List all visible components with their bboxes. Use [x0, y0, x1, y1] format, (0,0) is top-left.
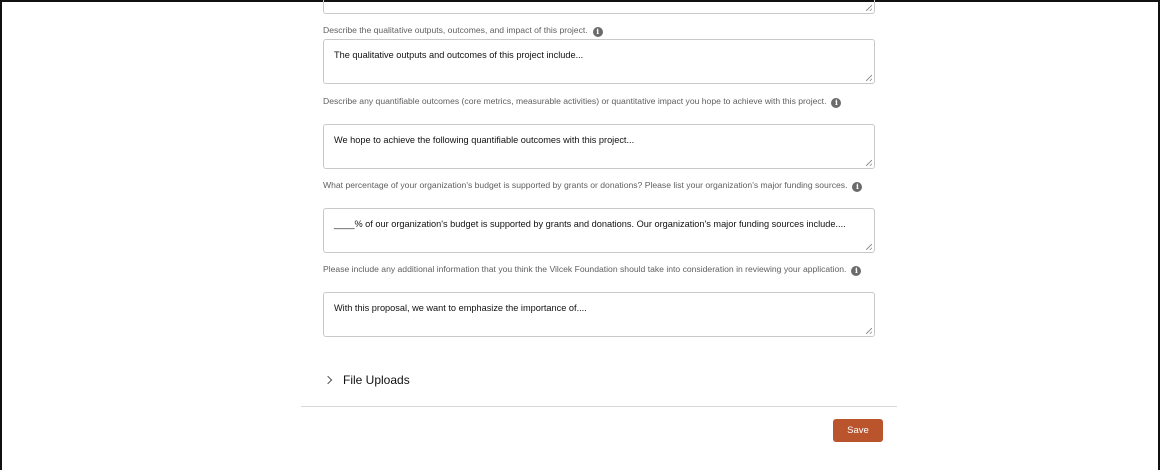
- footer-divider: [301, 406, 897, 407]
- qualitative-outcomes-textarea[interactable]: The qualitative outputs and outcomes of …: [323, 39, 875, 84]
- question-text: Describe any quantifiable outcomes (core…: [323, 96, 827, 106]
- additional-info-textarea[interactable]: With this proposal, we want to emphasize…: [323, 292, 875, 337]
- save-button[interactable]: Save: [833, 419, 883, 442]
- resize-grip-icon[interactable]: [866, 244, 872, 250]
- resize-grip-icon[interactable]: [866, 75, 872, 81]
- quantifiable-outcomes-textarea[interactable]: We hope to achieve the following quantif…: [323, 124, 875, 169]
- resize-grip-icon[interactable]: [866, 328, 872, 334]
- info-circle-icon[interactable]: i: [831, 98, 842, 108]
- question-text: What percentage of your organization's b…: [323, 180, 848, 190]
- info-circle-icon[interactable]: i: [852, 182, 863, 192]
- info-circle-icon[interactable]: i: [592, 27, 603, 37]
- previous-answer-textarea[interactable]: [323, 0, 875, 14]
- resize-grip-icon[interactable]: [866, 160, 872, 166]
- textarea-value: We hope to achieve the following quantif…: [334, 135, 635, 145]
- question-label: Describe the qualitative outputs, outcom…: [323, 24, 875, 37]
- textarea-value: With this proposal, we want to emphasize…: [334, 303, 587, 313]
- question-label: Please include any additional informatio…: [323, 263, 875, 276]
- textarea-value: The qualitative outputs and outcomes of …: [334, 50, 584, 60]
- question-label: What percentage of your organization's b…: [323, 179, 875, 192]
- question-text: Please include any additional informatio…: [323, 264, 847, 274]
- file-uploads-section-toggle[interactable]: File Uploads: [323, 373, 410, 387]
- question-text: Describe the qualitative outputs, outcom…: [323, 25, 588, 35]
- question-label: Describe any quantifiable outcomes (core…: [323, 95, 875, 108]
- resize-grip-icon[interactable]: [866, 5, 872, 11]
- funding-sources-textarea[interactable]: ____% of our organization's budget is su…: [323, 208, 875, 253]
- chevron-right-icon: [323, 375, 333, 385]
- textarea-value: ____% of our organization's budget is su…: [334, 219, 846, 229]
- info-circle-icon[interactable]: i: [851, 266, 862, 276]
- file-uploads-label: File Uploads: [343, 373, 410, 387]
